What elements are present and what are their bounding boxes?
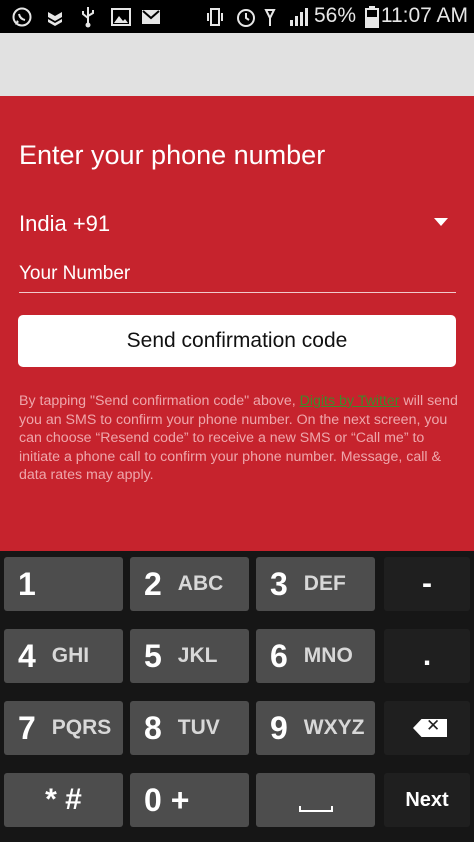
next-key[interactable]: Next <box>384 773 470 827</box>
send-confirmation-code-button[interactable]: Send confirmation code <box>18 315 456 367</box>
vibrate-icon <box>205 6 225 27</box>
key-3-number: 3 <box>270 565 288 602</box>
notification-icon <box>44 6 66 27</box>
key-3-letters: DEF <box>303 572 346 595</box>
backspace-icon: ✕ <box>413 719 447 737</box>
key-9-number: 9 <box>270 709 288 746</box>
key-5-number: 5 <box>144 637 162 674</box>
numeric-keyboard: 1 2 ABC 3 DEF - 4 GHI 5 JKL 6 MNO . 7 PQRS 8 TU… <box>0 551 474 842</box>
page-title: Enter your phone number <box>19 140 326 170</box>
key-4[interactable]: 4 GHI <box>4 629 123 683</box>
key-dash[interactable]: - <box>384 557 470 611</box>
phone-number-input[interactable] <box>19 253 456 293</box>
key-2-number: 2 <box>144 565 162 602</box>
usb-icon <box>78 6 98 27</box>
disclaimer-text: By tapping "Send confirmation code" abov… <box>19 392 459 485</box>
dash-symbol: - <box>422 567 432 600</box>
key-6[interactable]: 6 MNO <box>256 629 375 683</box>
signal-icon <box>262 6 314 27</box>
clock: 11:07 AM <box>380 4 468 27</box>
key-9[interactable]: 9 WXYZ <box>256 701 375 755</box>
phone-entry-form: Enter your phone number India +91 Send c… <box>0 96 474 551</box>
alarm-icon <box>235 6 257 27</box>
battery-icon <box>364 5 380 28</box>
digits-by-twitter-link[interactable]: Digits by Twitter <box>300 393 400 409</box>
key-5-letters: JKL <box>177 644 218 667</box>
space-icon <box>298 806 333 812</box>
key-3[interactable]: 3 DEF <box>256 557 375 611</box>
key-4-letters: GHI <box>51 644 90 667</box>
key-2[interactable]: 2 ABC <box>130 557 249 611</box>
key-0-number: 0 + <box>144 781 190 818</box>
backspace-x: ✕ <box>426 716 441 735</box>
key-2-letters: ABC <box>177 572 224 595</box>
whatsapp-icon <box>10 6 34 27</box>
status-bar: 56% 11:07 AM <box>0 0 474 33</box>
key-6-letters: MNO <box>303 644 353 667</box>
action-bar <box>0 33 474 96</box>
country-selector[interactable]: India +91 <box>19 211 110 237</box>
key-8-number: 8 <box>144 709 162 746</box>
key-dot[interactable]: . <box>384 629 470 683</box>
key-star-hash[interactable]: * # <box>4 773 123 827</box>
battery-percent: 56% <box>313 4 356 27</box>
key-8-letters: TUV <box>177 716 220 739</box>
gmail-icon <box>140 6 162 27</box>
backspace-key[interactable]: ✕ <box>384 701 470 755</box>
key-7-number: 7 <box>18 709 36 746</box>
key-4-number: 4 <box>18 637 36 674</box>
disclaimer-before: By tapping "Send confirmation code" abov… <box>19 393 300 409</box>
key-1-number: 1 <box>18 565 36 602</box>
key-9-letters: WXYZ <box>303 716 365 739</box>
key-7[interactable]: 7 PQRS <box>4 701 123 755</box>
key-8[interactable]: 8 TUV <box>130 701 249 755</box>
next-label: Next <box>405 788 449 811</box>
space-key[interactable] <box>256 773 375 827</box>
dot-symbol: . <box>422 639 432 672</box>
star-hash-symbol: * # <box>45 783 82 816</box>
key-1[interactable]: 1 <box>4 557 123 611</box>
key-0[interactable]: 0 + <box>130 773 249 827</box>
key-7-letters: PQRS <box>51 716 112 739</box>
dropdown-arrow-icon[interactable] <box>434 218 448 226</box>
key-5[interactable]: 5 JKL <box>130 629 249 683</box>
key-6-number: 6 <box>270 637 288 674</box>
image-icon <box>110 6 132 27</box>
